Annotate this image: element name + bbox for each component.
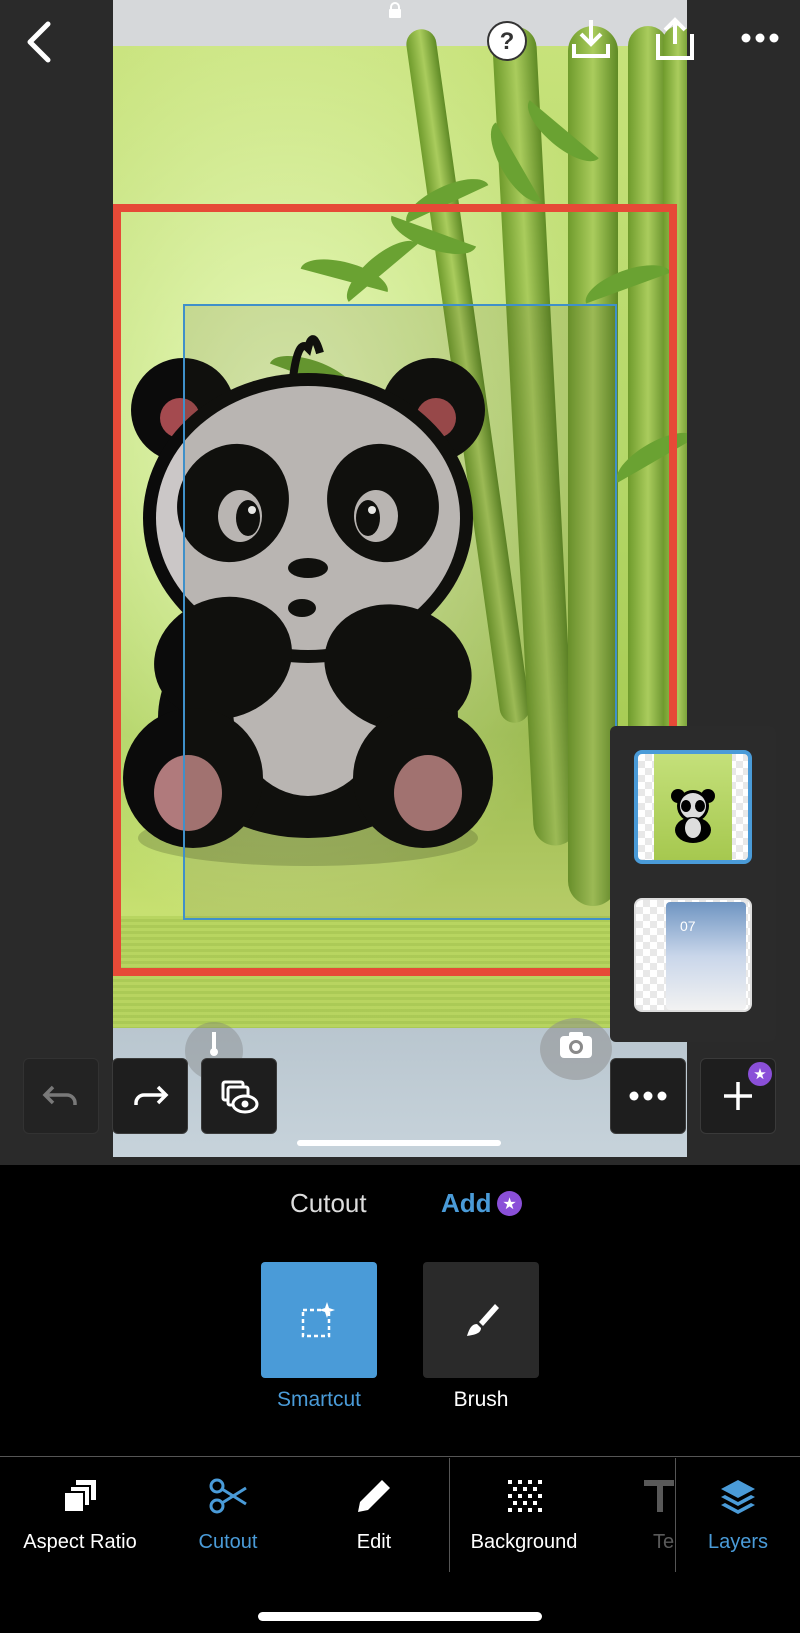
pencil-icon bbox=[358, 1480, 390, 1512]
nav-aspect-ratio-label: Aspect Ratio bbox=[23, 1531, 137, 1553]
nav-separator bbox=[449, 1458, 450, 1572]
plus-icon bbox=[724, 1082, 752, 1110]
nav-cutout[interactable]: Cutout bbox=[168, 1452, 288, 1582]
premium-star-icon: ★ bbox=[497, 1191, 522, 1216]
back-button[interactable] bbox=[18, 16, 62, 68]
more-horizontal-icon bbox=[741, 33, 779, 43]
nav-aspect-ratio[interactable]: Aspect Ratio bbox=[10, 1452, 150, 1582]
brush-label: Brush bbox=[453, 1388, 509, 1411]
download-icon bbox=[572, 20, 610, 58]
nav-edit-label: Edit bbox=[356, 1531, 392, 1553]
layer-thumbnail-panda[interactable] bbox=[634, 750, 752, 864]
layers-panel: 07 bbox=[610, 726, 776, 1042]
nav-layers-label: Layers bbox=[707, 1531, 769, 1553]
thumbnail-time-text: 07 bbox=[680, 918, 696, 934]
more-options-button[interactable] bbox=[740, 28, 780, 48]
help-icon: ? bbox=[487, 21, 527, 61]
svg-text:?: ? bbox=[500, 28, 515, 55]
help-button[interactable]: ? bbox=[484, 18, 530, 64]
layer-thumbnail-phone-screenshot[interactable]: 07 bbox=[634, 898, 752, 1012]
smartcut-label: Smartcut bbox=[276, 1388, 362, 1411]
nav-edit[interactable]: Edit bbox=[314, 1452, 434, 1582]
share-button[interactable] bbox=[652, 16, 698, 62]
background-icon bbox=[508, 1480, 542, 1512]
layer-preview-button[interactable] bbox=[201, 1058, 277, 1134]
more-actions-button[interactable] bbox=[610, 1058, 686, 1134]
camera-icon[interactable] bbox=[540, 1018, 612, 1080]
canvas-home-indicator bbox=[297, 1140, 501, 1146]
nav-background-label: Background bbox=[470, 1531, 578, 1553]
nav-layers[interactable]: Layers bbox=[684, 1452, 792, 1582]
undo-icon bbox=[42, 1085, 77, 1105]
nav-cutout-label: Cutout bbox=[198, 1531, 258, 1553]
more-horizontal-icon bbox=[629, 1091, 667, 1101]
layers-icon bbox=[721, 1480, 755, 1514]
redo-button[interactable] bbox=[112, 1058, 188, 1134]
lock-icon bbox=[389, 2, 401, 18]
chevron-left-icon bbox=[27, 21, 51, 63]
undo-button[interactable] bbox=[23, 1058, 99, 1134]
layer-preview-icon bbox=[221, 1080, 259, 1114]
nav-text-label: Te bbox=[653, 1531, 674, 1553]
nav-text[interactable]: Te bbox=[640, 1452, 674, 1582]
premium-star-icon: ★ bbox=[748, 1062, 772, 1086]
brush-button[interactable] bbox=[423, 1262, 539, 1378]
system-home-indicator bbox=[258, 1612, 542, 1621]
brush-icon bbox=[467, 1304, 499, 1336]
download-button[interactable] bbox=[568, 16, 614, 62]
nav-background[interactable]: Background bbox=[462, 1452, 586, 1582]
nav-separator bbox=[675, 1458, 676, 1572]
smartcut-button[interactable] bbox=[261, 1262, 377, 1378]
share-icon bbox=[656, 17, 694, 60]
text-icon bbox=[644, 1480, 674, 1512]
tab-add[interactable]: Add bbox=[441, 1188, 492, 1219]
scissors-icon bbox=[209, 1478, 247, 1514]
redo-icon bbox=[134, 1085, 169, 1105]
tab-cutout[interactable]: Cutout bbox=[290, 1188, 367, 1219]
aspect-ratio-icon bbox=[63, 1480, 96, 1513]
selection-highlight-box bbox=[113, 204, 677, 976]
smartcut-icon bbox=[301, 1302, 335, 1338]
